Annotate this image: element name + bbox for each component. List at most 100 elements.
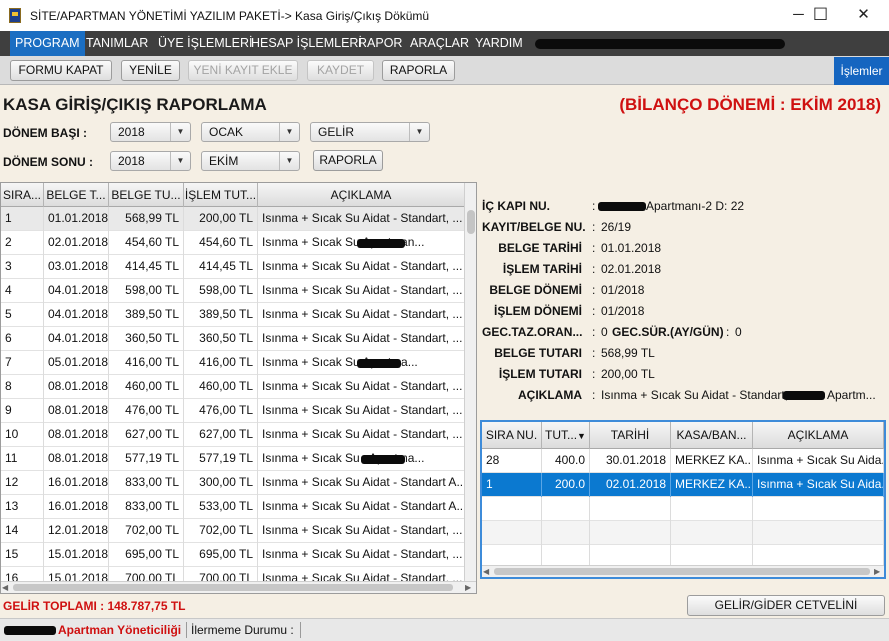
cell-belge-tutari: 568,99 TL [109, 207, 184, 231]
col-aciklama[interactable]: AÇIKLAMA [258, 183, 465, 207]
cell-belge-tutari: 598,00 TL [109, 279, 184, 303]
table-row[interactable]: 3 03.01.2018 414,45 TL 414,45 TL Isınma + Sı… [1, 255, 465, 279]
scroll-thumb[interactable] [467, 210, 475, 234]
table-row[interactable]: 5 04.01.2018 389,50 TL 389,50 TL Isınma + Sı… [1, 303, 465, 327]
islem-tarihi-colon: : [592, 262, 596, 276]
donem-basi-month-select[interactable]: OCAK ▼ [201, 122, 300, 142]
table-row[interactable]: 13 16.01.2018 833,00 TL 533,00 TL Isınma + S… [1, 495, 465, 519]
sort-desc-icon: ▼ [577, 431, 586, 441]
odeme-table: SIRA NU. TUT...▼ TARİHİ KASA/BAN... AÇIK… [480, 420, 886, 579]
raporla-button[interactable]: RAPORLA [313, 150, 383, 171]
chevron-down-icon: ▼ [279, 123, 299, 141]
type-select[interactable]: GELİR ▼ [310, 122, 430, 142]
col-belge-tutari[interactable]: BELGE TU... [109, 183, 184, 207]
kasa-table-hscrollbar[interactable]: ◀ ▶ [1, 581, 476, 593]
table-row[interactable]: 1 01.01.2018 568,99 TL 200,00 TL Isınma + Sı… [1, 207, 465, 231]
table-row[interactable]: 15 15.01.2018 695,00 TL 695,00 TL Isınma + S… [1, 543, 465, 567]
donem-sonu-month-select[interactable]: EKİM ▼ [201, 151, 300, 171]
scroll-left-icon[interactable]: ◀ [2, 583, 8, 592]
formu-kapat-button[interactable]: FORMU KAPAT [10, 60, 112, 81]
table-row[interactable]: 10 08.01.2018 627,00 TL 627,00 TL Isınma + S… [1, 423, 465, 447]
col-kasa-banka[interactable]: KASA/BAN... [671, 422, 753, 449]
cell-islem-tutari: 476,00 TL [184, 399, 258, 423]
raporla-toolbar-button[interactable]: RAPORLA [382, 60, 455, 81]
cell-sira: 12 [1, 471, 44, 495]
gelir-gider-cetvel-button[interactable]: GELİR/GİDER CETVELİNİ RAPORLA [687, 595, 885, 631]
menu-yardim[interactable]: YARDIM [470, 31, 528, 56]
table-row[interactable]: 14 12.01.2018 702,00 TL 702,00 TL Isınma + S… [1, 519, 465, 543]
table-row[interactable]: 4 04.01.2018 598,00 TL 598,00 TL Isınma + Sı… [1, 279, 465, 303]
scroll-right-icon[interactable]: ▶ [874, 567, 880, 576]
chevron-down-icon: ▼ [170, 123, 190, 141]
kaydet-button[interactable]: KAYDET [307, 60, 374, 81]
cell-kasa-banka [671, 521, 753, 545]
cell-sira-nu: 28 [482, 449, 542, 473]
cell-kasa-banka [671, 497, 753, 521]
close-button[interactable]: ✕ [841, 0, 886, 31]
menu-rapor[interactable]: RAPOR [353, 31, 407, 56]
col-islem-tutari[interactable]: İŞLEM TUT... [184, 183, 258, 207]
belge-tarihi-value: 01.01.2018 [601, 241, 662, 255]
yeni-kayit-ekle-button[interactable]: YENİ KAYIT EKLE [188, 60, 298, 81]
gec-taz-label: GEC.TAZ.ORAN... [482, 325, 583, 339]
islem-tarihi-label: İŞLEM TARİHİ [502, 262, 582, 276]
donem-basi-month-value: OCAK [209, 125, 244, 139]
cell-tarihi [590, 521, 671, 545]
table-row[interactable]: 1 200.0 02.01.2018 MERKEZ KA... Isınma + Sıc… [482, 473, 884, 497]
table-row[interactable]: 9 08.01.2018 476,00 TL 476,00 TL Isınma + Sı… [1, 399, 465, 423]
cell-sira: 7 [1, 351, 44, 375]
aciklama-label: AÇIKLAMA [518, 388, 582, 402]
cell-belge-tarihi: 08.01.2018 [44, 375, 109, 399]
table-row[interactable]: 8 08.01.2018 460,00 TL 460,00 TL Isınma + Sı… [1, 375, 465, 399]
menu-uye-islemleri[interactable]: ÜYE İŞLEMLERİ [153, 31, 257, 56]
cell-islem-tutari: 598,00 TL [184, 279, 258, 303]
maximize-button[interactable]: ☐ [798, 0, 843, 31]
odeme-table-hscrollbar[interactable]: ◀ ▶ [482, 565, 884, 577]
menu-hesap-islemleri[interactable]: HESAP İŞLEMLERİ [246, 31, 367, 56]
scroll-right-icon[interactable]: ▶ [465, 583, 471, 592]
kasa-table-vscrollbar[interactable] [464, 183, 476, 583]
menu-bar: PROGRAM TANIMLAR ÜYE İŞLEMLERİ HESAP İŞL… [0, 31, 889, 56]
table-row[interactable]: 6 04.01.2018 360,50 TL 360,50 TL Isınma + Sı… [1, 327, 465, 351]
menu-tanimlar[interactable]: TANIMLAR [81, 31, 153, 56]
col-sira[interactable]: SIRA... [1, 183, 44, 207]
menu-araclar[interactable]: ARAÇLAR [405, 31, 474, 56]
donem-sonu-year-value: 2018 [118, 154, 145, 168]
table-row[interactable]: 28 400.0 30.01.2018 MERKEZ KA... Isınma + Sı… [482, 449, 884, 473]
col-tutar[interactable]: TUT...▼ [542, 422, 590, 449]
islem-tutari-value: 200,00 TL [601, 367, 655, 381]
cell-sira: 5 [1, 303, 44, 327]
cell-aciklama: Isınma + Sıcak Su Aidat - Standart, ... [258, 399, 465, 423]
cell-islem-tutari: 460,00 TL [184, 375, 258, 399]
cell-belge-tarihi: 01.01.2018 [44, 207, 109, 231]
donem-basi-year-select[interactable]: 2018 ▼ [110, 122, 191, 142]
scroll-left-icon[interactable]: ◀ [483, 567, 489, 576]
cell-belge-tutari: 702,00 TL [109, 519, 184, 543]
col-aciklama[interactable]: AÇIKLAMA [753, 422, 884, 449]
yenile-button[interactable]: YENİLE [121, 60, 180, 81]
cell-sira: 14 [1, 519, 44, 543]
islemler-tab[interactable]: İşlemler [834, 57, 889, 85]
cell-belge-tutari: 389,50 TL [109, 303, 184, 327]
col-tarihi[interactable]: TARİHİ [590, 422, 671, 449]
cell-islem-tutari: 454,60 TL [184, 231, 258, 255]
cell-aciklama: Isınma + Sıcak Su Aidat - Standart, ... [258, 327, 465, 351]
menu-program[interactable]: PROGRAM [10, 31, 85, 56]
cell-aciklama: Isınma + Sıcak Su Aidat - Standart, ... [258, 375, 465, 399]
cell-islem-tutari: 416,00 TL [184, 351, 258, 375]
cell-aciklama: Isınma + Sıcak Su Aidat - Standart, ... [258, 423, 465, 447]
col-sira-nu[interactable]: SIRA NU. [482, 422, 542, 449]
col-belge-tarihi[interactable]: BELGE T... [44, 183, 109, 207]
cell-islem-tutari: 695,00 TL [184, 543, 258, 567]
donem-basi-year-value: 2018 [118, 125, 145, 139]
donem-sonu-year-select[interactable]: 2018 ▼ [110, 151, 191, 171]
islem-donemi-colon: : [592, 304, 596, 318]
table-row[interactable]: 12 16.01.2018 833,00 TL 300,00 TL Isınma + S… [1, 471, 465, 495]
cell-islem-tutari: 577,19 TL [184, 447, 258, 471]
cell-belge-tutari: 833,00 TL [109, 471, 184, 495]
cell-aciklama [753, 497, 884, 521]
scroll-thumb[interactable] [494, 568, 870, 575]
scroll-thumb[interactable] [13, 584, 453, 591]
belge-tutari-label: BELGE TUTARI [494, 346, 582, 360]
cell-belge-tutari: 577,19 TL [109, 447, 184, 471]
